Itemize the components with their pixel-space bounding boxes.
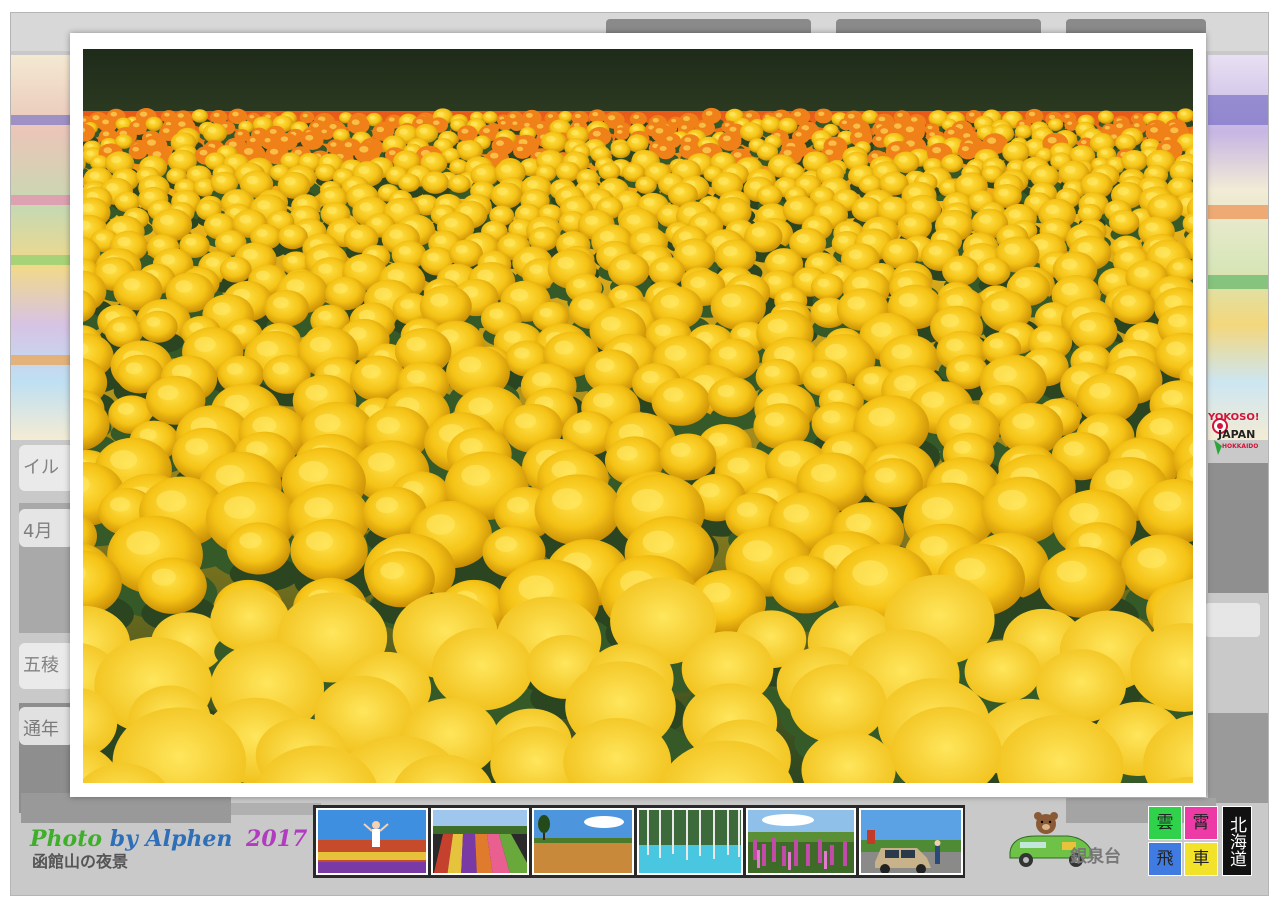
badge-cell: 飛 [1148,842,1182,876]
background-map-left [11,55,71,440]
main-photo-frame [70,33,1206,797]
hokkaido-badge: 雲 霄 飛 車 北海道 [1148,806,1252,878]
yokoso-japan-logo: YOKOSO! JAPAN HOKKAIDO [1208,410,1264,460]
background-map-right [1208,55,1268,440]
marigold-field-image [83,49,1193,783]
signature-photo: Photo [30,826,103,852]
badge-cell: 霄 [1184,806,1218,840]
background-card: 通年 [19,707,74,745]
background-photo [1208,713,1268,803]
thumbnail-striped-flower-fields[interactable] [431,808,529,875]
background-card: 五稜 [19,643,74,689]
thumbnail-strip [313,805,965,878]
thumbnail-person-in-flower-field[interactable] [316,808,428,875]
logo-text: YOKOSO! [1208,412,1260,423]
background-photo [221,803,321,815]
background-card: イル [19,445,74,491]
badge-cell: 雲 [1148,806,1182,840]
badge-vertical-text: 北海道 [1222,806,1252,876]
thumbnail-wheat-field-with-tree[interactable] [532,808,634,875]
thumbnail-car-on-road[interactable] [859,808,963,875]
signature-year: 2017 [246,826,308,852]
photographer-signature: Photo by Alphen 2017 [30,826,307,852]
main-photo[interactable] [83,49,1193,783]
thumbnail-blue-pond-birch-trees[interactable] [637,808,743,875]
badge-cell: 車 [1184,842,1218,876]
signature-by: by Alphen [109,826,233,852]
background-card [1205,603,1260,637]
background-photo [21,793,231,823]
thumbnail-lupine-field[interactable] [746,808,856,875]
logo-text: JAPAN [1218,428,1256,441]
logo-text: HOKKAIDO [1222,443,1259,450]
background-card: 4月 [19,509,74,547]
background-caption: 銀泉台 [1070,847,1121,867]
background-photo [1208,463,1268,593]
